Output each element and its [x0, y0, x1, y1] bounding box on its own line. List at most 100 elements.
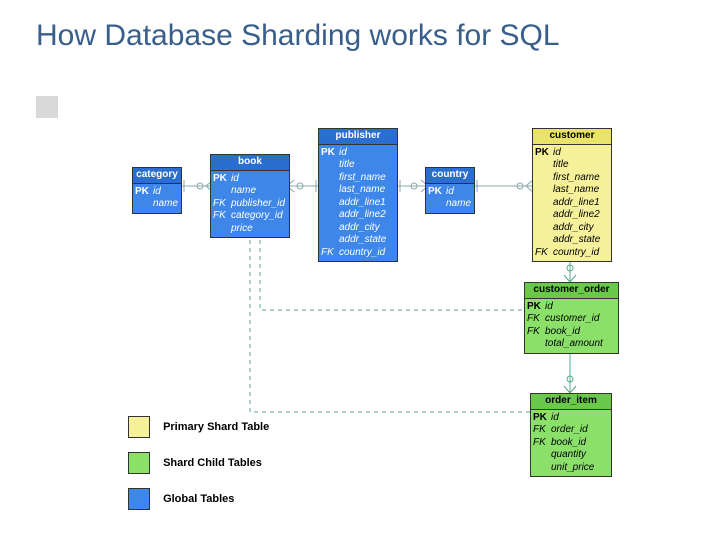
field-name: first_name [339, 172, 386, 185]
entity-field: addr_state [535, 234, 609, 247]
field-name: last_name [339, 184, 385, 197]
entity-field: last_name [535, 184, 609, 197]
field-name: id [153, 186, 161, 199]
field-key [535, 222, 553, 235]
field-name: name [231, 185, 256, 198]
entity-body: PKidFKcustomer_idFKbook_idtotal_amount [525, 299, 618, 353]
legend-primary: Primary Shard Table [128, 416, 269, 438]
entity-field: name [213, 185, 287, 198]
entity-body: PKidnameFKpublisher_idFKcategory_idprice [211, 171, 289, 238]
field-name: id [553, 147, 561, 160]
legend-swatch-yellow [128, 416, 150, 438]
entity-field: addr_line1 [535, 197, 609, 210]
entity-field: addr_line2 [321, 209, 395, 222]
entity-field: FKorder_id [533, 424, 609, 437]
entity-field: addr_line1 [321, 197, 395, 210]
field-key: PK [321, 147, 339, 160]
entity-field: name [135, 198, 179, 211]
field-name: id [231, 173, 239, 186]
entity-field: total_amount [527, 338, 616, 351]
field-key: FK [533, 424, 551, 437]
field-key [321, 197, 339, 210]
entity-field: first_name [321, 172, 395, 185]
field-key: FK [527, 313, 545, 326]
field-key: FK [213, 210, 231, 223]
entity-field: PKid [321, 147, 395, 160]
legend-swatch-blue [128, 488, 150, 510]
entity-field: title [321, 159, 395, 172]
field-key [213, 185, 231, 198]
field-name: quantity [551, 449, 586, 462]
entity-customer: customer PKidtitlefirst_namelast_nameadd… [532, 128, 612, 262]
entity-field: addr_city [535, 222, 609, 235]
entity-category: category PKidname [132, 167, 182, 214]
entity-customer-order: customer_order PKidFKcustomer_idFKbook_i… [524, 282, 619, 354]
entity-field: FKcountry_id [321, 247, 395, 260]
field-name: country_id [339, 247, 385, 260]
field-key: FK [213, 198, 231, 211]
field-key: PK [533, 412, 551, 425]
field-key [321, 159, 339, 172]
entity-header: book [211, 155, 289, 171]
field-name: id [551, 412, 559, 425]
entity-field: last_name [321, 184, 395, 197]
field-key: PK [213, 173, 231, 186]
field-key [535, 209, 553, 222]
field-name: addr_state [339, 234, 386, 247]
field-key [213, 223, 231, 236]
field-key [135, 198, 153, 211]
entity-field: PKid [135, 186, 179, 199]
diagram-canvas: category PKidname book PKidnameFKpublish… [0, 0, 728, 546]
entity-field: unit_price [533, 462, 609, 475]
entity-field: price [213, 223, 287, 236]
entity-field: PKid [527, 301, 616, 314]
field-key [321, 209, 339, 222]
entity-field: PKid [428, 186, 472, 199]
field-key [535, 234, 553, 247]
field-name: book_id [545, 326, 580, 339]
entity-body: PKidtitlefirst_namelast_nameaddr_line1ad… [319, 145, 397, 262]
field-name: publisher_id [231, 198, 285, 211]
entity-field: addr_line2 [535, 209, 609, 222]
entity-field: quantity [533, 449, 609, 462]
field-key [535, 159, 553, 172]
field-key [428, 198, 446, 211]
legend-label: Shard Child Tables [163, 457, 262, 469]
entity-body: PKidname [426, 184, 474, 213]
field-key [533, 462, 551, 475]
field-key [535, 197, 553, 210]
entity-field: FKbook_id [527, 326, 616, 339]
legend-global: Global Tables [128, 488, 234, 510]
entity-field: addr_state [321, 234, 395, 247]
connector-lines [0, 0, 728, 546]
field-name: last_name [553, 184, 599, 197]
field-name: unit_price [551, 462, 594, 475]
entity-header: category [133, 168, 181, 184]
entity-field: addr_city [321, 222, 395, 235]
field-key [321, 172, 339, 185]
field-name: first_name [553, 172, 600, 185]
entity-field: PKid [535, 147, 609, 160]
entity-field: PKid [213, 173, 287, 186]
legend-child: Shard Child Tables [128, 452, 262, 474]
field-key [321, 222, 339, 235]
field-name: title [553, 159, 569, 172]
entity-body: PKidFKorder_idFKbook_idquantityunit_pric… [531, 410, 611, 477]
entity-field: FKbook_id [533, 437, 609, 450]
field-key: FK [527, 326, 545, 339]
legend-label: Global Tables [163, 493, 234, 505]
entity-field: FKpublisher_id [213, 198, 287, 211]
field-name: category_id [231, 210, 283, 223]
field-name: order_id [551, 424, 588, 437]
field-key [535, 184, 553, 197]
field-name: name [446, 198, 471, 211]
entity-publisher: publisher PKidtitlefirst_namelast_namead… [318, 128, 398, 262]
field-key: FK [535, 247, 553, 260]
entity-field: FKcountry_id [535, 247, 609, 260]
field-name: book_id [551, 437, 586, 450]
field-name: addr_line2 [339, 209, 386, 222]
field-key [321, 184, 339, 197]
field-name: addr_line1 [339, 197, 386, 210]
field-name: total_amount [545, 338, 603, 351]
entity-order-item: order_item PKidFKorder_idFKbook_idquanti… [530, 393, 612, 477]
